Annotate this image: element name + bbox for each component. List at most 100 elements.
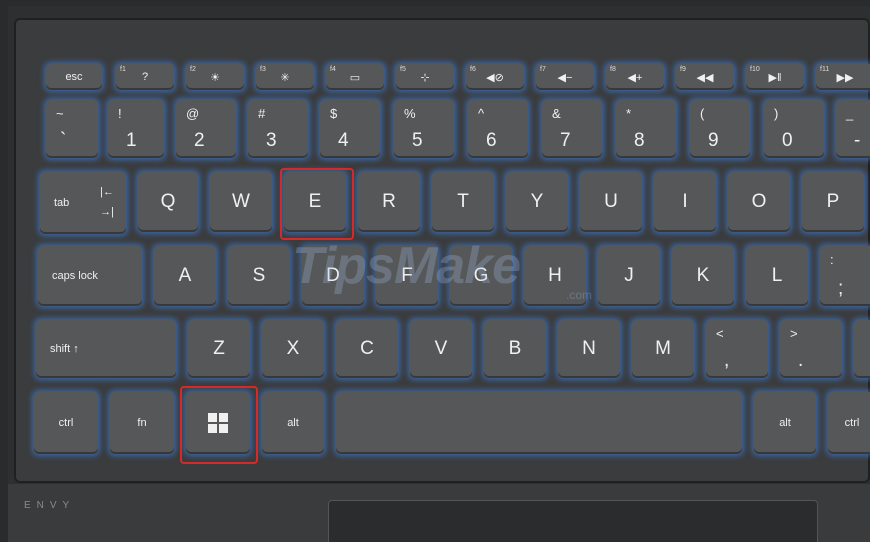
key-k[interactable]: K [672,246,734,306]
tab-forward-icon: →| [100,206,114,218]
key-r[interactable]: R [358,172,420,232]
key-label: Y [530,191,544,212]
key-label: 3 [266,130,277,151]
key-s[interactable]: S [228,246,290,306]
key-j[interactable]: J [598,246,660,306]
key-t[interactable]: T [432,172,494,232]
key-n[interactable]: N [558,320,620,378]
key-a[interactable]: A [154,246,216,306]
key-shift-label: _ [846,106,854,121]
key-z[interactable]: Z [188,320,250,378]
key-6[interactable]: ^ 6 [468,100,528,158]
key-p[interactable]: P [802,172,864,232]
fn-label: f6 [470,66,476,73]
key-f11[interactable]: f11 ▶▶ [816,64,870,90]
key-shift-label: @ [186,106,200,121]
key-8[interactable]: * 8 [616,100,676,158]
key-2[interactable]: @2 [176,100,236,158]
key-label: T [457,191,469,212]
key-label: esc [65,71,83,83]
key-label: - [854,130,861,151]
key-m[interactable]: M [632,320,694,378]
key-4[interactable]: $4 [320,100,380,158]
key-3[interactable]: #3 [248,100,308,158]
key-comma[interactable]: <, [706,320,768,378]
fn-label: f9 [680,66,686,73]
key-label: 4 [338,130,349,151]
key-label: shift ↑ [50,343,79,355]
key-0[interactable]: ) 0 [764,100,824,158]
key-i[interactable]: I [654,172,716,232]
key-5[interactable]: % 5 [394,100,454,158]
key-v[interactable]: V [410,320,472,378]
key-minus[interactable]: _ - [836,100,870,158]
key-x[interactable]: X [262,320,324,378]
key-label: P [826,191,840,212]
key-9[interactable]: (9 [690,100,750,158]
key-f6[interactable]: f6 ◀⊘ [466,64,524,90]
key-f10[interactable]: f10 ▶‖ [746,64,804,90]
key-label: Z [213,338,225,359]
key-f5[interactable]: f5 ⊹ [396,64,454,90]
touchpad[interactable] [328,500,818,542]
key-label: ; [838,278,844,299]
key-space[interactable] [336,392,742,454]
key-label: O [751,191,767,212]
key-tab[interactable]: tab |← →| [40,172,126,234]
key-f1[interactable]: f1? [116,64,174,90]
key-1[interactable]: ! 1 [108,100,164,158]
fn-label: f8 [610,66,616,73]
key-o[interactable]: O [728,172,790,232]
key-caps-lock[interactable]: caps lock [38,246,142,306]
key-fn[interactable]: fn [110,392,174,454]
key-ctrl-left[interactable]: ctrl [34,392,98,454]
key-label: tab [54,197,70,209]
key-f7[interactable]: f7 ◀− [536,64,594,90]
key-shift-left[interactable]: shift ↑ [36,320,176,378]
key-backtick[interactable]: ~ ` [46,100,98,158]
key-b[interactable]: B [484,320,546,378]
key-slash[interactable] [854,320,870,378]
key-label: 5 [412,130,423,151]
watermark: TipsMake [292,237,521,295]
key-label: 1 [126,130,137,151]
key-shift-label: > [790,326,798,341]
key-f4[interactable]: f4 ▭ [326,64,384,90]
fn-label: f4 [330,66,336,73]
brand-logo: ENVY [24,500,76,511]
key-label: . [798,350,804,371]
key-label: B [508,338,522,359]
key-shift-label: ! [118,106,122,121]
key-u[interactable]: U [580,172,642,232]
key-label: 6 [486,130,497,151]
key-label: I [682,191,688,212]
play-pause-icon: ▶‖ [768,71,782,84]
key-f9[interactable]: f9 ◀◀ [676,64,734,90]
key-esc[interactable]: esc [46,64,102,90]
highlight-e-key [280,168,354,240]
volume-down-icon: ◀− [557,71,573,84]
key-period[interactable]: >. [780,320,842,378]
key-label: 8 [634,130,645,151]
key-alt-right[interactable]: alt [754,392,816,454]
key-7[interactable]: & 7 [542,100,602,158]
key-label: M [655,338,671,359]
keyboard-photo: esc f1? f2 ☀ f3 ✳ f4 ▭ f5 ⊹ f6 ◀⊘ f7 ◀− f8 ◀+ f… [0,0,870,542]
key-label: R [382,191,396,212]
key-label: alt [779,417,791,429]
key-semicolon[interactable]: :; [820,246,870,306]
keyboard-backlight-icon: ⊹ [420,71,430,84]
key-w[interactable]: W [210,172,272,232]
key-ctrl-right[interactable]: ctrl [828,392,870,454]
help-icon: ? [141,71,149,83]
key-q[interactable]: Q [138,172,198,232]
key-label: A [178,265,192,286]
key-c[interactable]: C [336,320,398,378]
key-l[interactable]: L [746,246,808,306]
key-y[interactable]: Y [506,172,568,232]
key-f8[interactable]: f8 ◀+ [606,64,664,90]
key-f3[interactable]: f3 ✳ [256,64,314,90]
key-f2[interactable]: f2 ☀ [186,64,244,90]
key-label: 9 [708,130,719,151]
key-alt-left[interactable]: alt [262,392,324,454]
